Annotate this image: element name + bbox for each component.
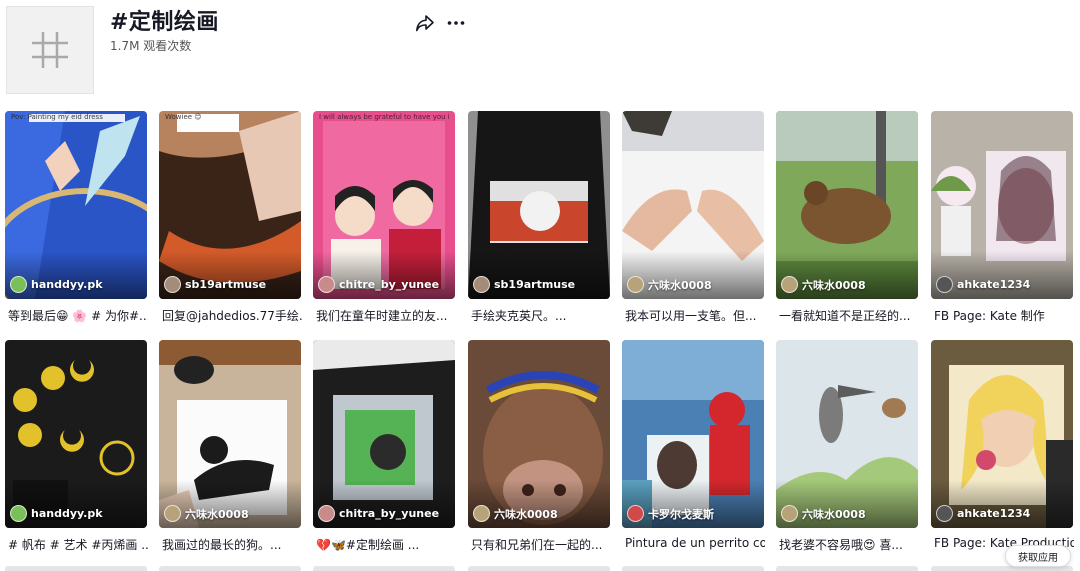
video-thumbnail[interactable]: 六味水0008	[468, 340, 610, 528]
video-thumbnail[interactable]: handdyy.pk	[5, 340, 147, 528]
creator-avatar	[318, 276, 335, 293]
hashtag-avatar	[6, 6, 94, 94]
creator-handle[interactable]: 六味水0008	[627, 276, 712, 293]
video-caption[interactable]: FB Page: Kate 制作	[934, 307, 1074, 324]
creator-name: chitre_by_yunee	[339, 278, 440, 291]
creator-handle[interactable]: ahkate1234	[936, 276, 1030, 293]
creator-name: 卡罗尔戈麦斯	[648, 507, 714, 521]
share-icon[interactable]	[415, 13, 435, 37]
video-caption[interactable]: 手绘夹克英尺。...	[471, 307, 611, 324]
creator-avatar	[318, 505, 335, 522]
creator-avatar	[627, 276, 644, 293]
video-caption[interactable]: 我们在童年时建立的友...	[316, 307, 456, 324]
thumbnail-overlay-text: Wowiee 😊	[165, 113, 202, 121]
video-thumbnail[interactable]: chitra_by_yunee	[313, 340, 455, 528]
creator-handle[interactable]: chitre_by_yunee	[318, 276, 439, 293]
next-row-peek	[622, 566, 764, 571]
creator-handle[interactable]: 六味水0008	[164, 505, 249, 522]
creator-name: ahkate1234	[957, 278, 1031, 291]
creator-handle[interactable]: 卡罗尔戈麦斯	[627, 505, 714, 522]
creator-name: 六味水0008	[185, 507, 249, 521]
creator-avatar	[781, 505, 798, 522]
next-row-peek	[468, 566, 610, 571]
video-caption[interactable]: 找老婆不容易哦😍 喜...	[779, 536, 919, 553]
creator-avatar	[10, 276, 27, 293]
more-options-icon[interactable]	[446, 13, 466, 37]
hashtag-icon	[32, 32, 68, 68]
get-app-button[interactable]: 获取应用	[1005, 545, 1071, 567]
creator-name: 六味水0008	[648, 278, 712, 292]
thumbnail-overlay-text: I will always be grateful to have you in…	[319, 113, 449, 121]
creator-name: handdyy.pk	[31, 278, 103, 291]
creator-avatar	[781, 276, 798, 293]
creator-name: ahkate1234	[957, 507, 1031, 520]
next-row-peek	[159, 566, 301, 571]
creator-handle[interactable]: 六味水0008	[473, 505, 558, 522]
page-title: #定制绘画	[110, 10, 219, 35]
creator-handle[interactable]: handdyy.pk	[10, 276, 103, 293]
creator-handle[interactable]: ahkate1234	[936, 505, 1030, 522]
next-row-peek	[5, 566, 147, 571]
creator-name: sb19artmuse	[494, 278, 576, 291]
creator-avatar	[10, 505, 27, 522]
creator-name: 六味水0008	[494, 507, 558, 521]
video-caption[interactable]: # 帆布 # 艺术 #丙烯画 ...	[8, 536, 148, 553]
video-thumbnail[interactable]: 卡罗尔戈麦斯	[622, 340, 764, 528]
video-thumbnail[interactable]: sb19artmuse	[468, 111, 610, 299]
creator-avatar	[164, 276, 181, 293]
video-thumbnail[interactable]: ahkate1234	[931, 111, 1073, 299]
video-caption[interactable]: 一看就知道不是正经的...	[779, 307, 919, 324]
view-count: 1.7M 观看次数	[110, 39, 192, 53]
video-thumbnail[interactable]: 六味水0008	[776, 340, 918, 528]
video-caption[interactable]: 💔🦋#定制绘画 ...	[316, 536, 456, 553]
video-thumbnail[interactable]: ahkate1234	[931, 340, 1073, 528]
creator-name: chitra_by_yunee	[339, 507, 440, 520]
creator-handle[interactable]: sb19artmuse	[473, 276, 575, 293]
creator-name: handdyy.pk	[31, 507, 103, 520]
creator-avatar	[936, 276, 953, 293]
video-thumbnail[interactable]: 六味水0008	[622, 111, 764, 299]
video-thumbnail[interactable]: sb19artmuse Wowiee 😊	[159, 111, 301, 299]
creator-avatar	[473, 505, 490, 522]
video-thumbnail[interactable]: 六味水0008	[159, 340, 301, 528]
creator-avatar	[936, 505, 953, 522]
next-row-peek	[313, 566, 455, 571]
creator-handle[interactable]: chitra_by_yunee	[318, 505, 439, 522]
thumbnail-overlay-text: Pov: Painting my eid dress	[11, 113, 103, 121]
video-thumbnail[interactable]: chitre_by_yunee I will always be grateful…	[313, 111, 455, 299]
creator-handle[interactable]: 六味水0008	[781, 276, 866, 293]
video-caption[interactable]: 我本可以用一支笔。但...	[625, 307, 765, 324]
creator-handle[interactable]: 六味水0008	[781, 505, 866, 522]
video-thumbnail[interactable]: handdyy.pk Pov: Painting my eid dress	[5, 111, 147, 299]
creator-name: sb19artmuse	[185, 278, 267, 291]
creator-avatar	[627, 505, 644, 522]
creator-handle[interactable]: handdyy.pk	[10, 505, 103, 522]
creator-name: 六味水0008	[802, 507, 866, 521]
video-caption[interactable]: 等到最后😁 🌸 # 为你#...	[8, 307, 148, 324]
creator-avatar	[164, 505, 181, 522]
hashtag-header: #定制绘画 1.7M 观看次数	[0, 0, 1080, 100]
creator-handle[interactable]: sb19artmuse	[164, 276, 266, 293]
video-thumbnail[interactable]: 六味水0008	[776, 111, 918, 299]
video-caption[interactable]: 我画过的最长的狗。...	[162, 536, 302, 553]
creator-name: 六味水0008	[802, 278, 866, 292]
next-row-peek	[776, 566, 918, 571]
video-caption[interactable]: Pintura de un perrito co...	[625, 536, 765, 550]
video-caption[interactable]: 回复@jahdedios.77手绘...	[162, 307, 302, 324]
video-caption[interactable]: 只有和兄弟们在一起的...	[471, 536, 611, 553]
creator-avatar	[473, 276, 490, 293]
